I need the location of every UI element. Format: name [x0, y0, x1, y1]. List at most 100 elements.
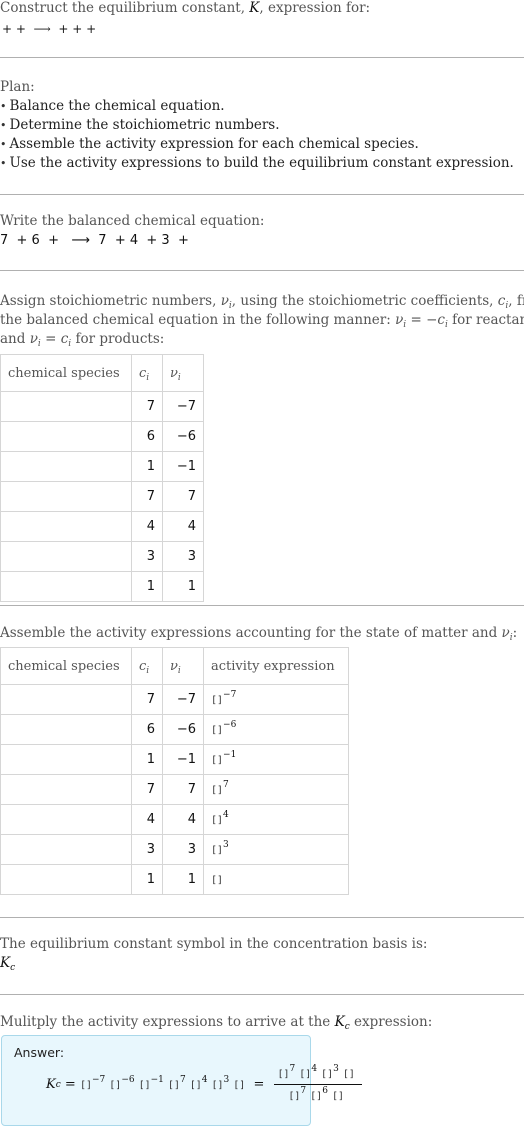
text: for products:: [71, 331, 165, 347]
activity-cell: []: [203, 864, 349, 895]
table-row: 6 −6: [0, 421, 204, 452]
species-cell: [0, 864, 132, 895]
species-cell: [0, 804, 132, 835]
nu-symbol: ν: [501, 625, 510, 641]
text: , from: [508, 293, 524, 309]
term: []7: [167, 1076, 186, 1092]
divider: [0, 270, 524, 271]
term: []−7: [79, 1076, 105, 1092]
ci-cell: 7: [131, 391, 163, 422]
table-row: 1 −1: [0, 451, 204, 482]
nu-cell: −6: [162, 421, 204, 452]
ci-cell: 6: [131, 714, 163, 745]
text: , using the stoichiometric coefficients,: [231, 293, 498, 309]
species-cell: [0, 541, 132, 572]
equals-sign: =: [60, 1077, 80, 1092]
concentration-bracket: []: [211, 845, 224, 856]
header-ci: ci: [131, 354, 163, 392]
nu-cell: 7: [162, 481, 204, 512]
table-row: 7 −7 []−7: [0, 684, 349, 715]
fraction: []7 []4 []3[] []7 []6[]: [274, 1064, 362, 1103]
species-cell: [0, 774, 132, 805]
symbol-intro: The equilibrium constant symbol in the c…: [0, 936, 428, 952]
text: :: [512, 625, 518, 641]
nu-cell: −7: [162, 391, 204, 422]
text: Mulitply the activity expressions to arr…: [0, 1014, 335, 1030]
multiply-section: Mulitply the activity expressions to arr…: [0, 1013, 524, 1032]
nu-cell: −7: [162, 684, 204, 715]
nu-cell: −6: [162, 714, 204, 745]
table-row: 33: [0, 541, 204, 572]
ci-cell: 1: [131, 451, 163, 482]
concentration-bracket: []: [331, 1091, 344, 1102]
k-symbol: K: [46, 1077, 56, 1092]
concentration-bracket: []: [167, 1080, 180, 1091]
nu-cell: 1: [162, 571, 204, 602]
species-cell: [0, 451, 132, 482]
nu-symbol: ν: [220, 293, 229, 309]
table-header-row: chemical species ci νi activity expressi…: [0, 647, 349, 685]
table-row: 1 1 []: [0, 864, 349, 895]
denominator: []7 []6[]: [285, 1085, 351, 1103]
concentration-bracket: []: [211, 755, 224, 766]
stoich-section: Assign stoichiometric numbers, νi, using…: [0, 292, 524, 349]
activity-cell: []−7: [203, 684, 349, 715]
ci-cell: 7: [131, 684, 163, 715]
concentration-bracket: []: [79, 1080, 92, 1091]
nu-cell: −1: [162, 451, 204, 482]
concentration-bracket: []: [211, 695, 224, 706]
divider: [0, 194, 524, 195]
plan-step: Balance the chemical equation.: [0, 97, 524, 116]
activity-intro: Assemble the activity expressions accoun…: [0, 624, 524, 643]
header-nu: νi: [162, 647, 204, 685]
concentration-bracket: []: [299, 1069, 312, 1080]
concentration-bracket: []: [342, 1069, 355, 1080]
concentration-bracket: []: [138, 1080, 151, 1091]
exponent: −1: [150, 1075, 164, 1085]
exponent: −7: [223, 690, 237, 700]
text: =: [40, 331, 61, 347]
multiply-intro: Mulitply the activity expressions to arr…: [0, 1013, 524, 1032]
table-row: 6 −6 []−6: [0, 714, 349, 745]
activity-table: chemical species ci νi activity expressi…: [0, 647, 349, 895]
table-row: 3 3 []3: [0, 834, 349, 865]
text: Assign stoichiometric numbers,: [0, 293, 221, 309]
table-row: 11: [0, 571, 204, 602]
text: Assemble the activity expressions accoun…: [0, 625, 502, 641]
exponent: 6: [322, 1086, 328, 1096]
ci-cell: 1: [131, 571, 163, 602]
concentration-bracket: []: [211, 815, 224, 826]
text: = −: [406, 312, 438, 328]
concentration-bracket: []: [211, 1080, 224, 1091]
nu-cell: 4: [162, 511, 204, 542]
nu-symbol: ν: [29, 331, 38, 347]
exponent: −1: [223, 750, 237, 760]
nu-cell: 3: [162, 834, 204, 865]
divider: [0, 605, 524, 606]
prompt-part: , expression for:: [259, 0, 371, 16]
species-cell: [0, 744, 132, 775]
plan-steps: Balance the chemical equation. Determine…: [0, 97, 524, 173]
kc-symbol: Kc: [0, 955, 16, 973]
text: and: [0, 331, 30, 347]
nu-cell: 4: [162, 804, 204, 835]
plan-step: Assemble the activity expression for eac…: [0, 135, 524, 154]
activity-cell: []−1: [203, 744, 349, 775]
table-row: 1 −1 []−1: [0, 744, 349, 775]
balanced-equation: 7 + 6 + ⟶ 7 + 4 + 3 +: [0, 233, 189, 248]
plan-step: Determine the stoichiometric numbers.: [0, 116, 524, 135]
answer-label: Answer:: [14, 1045, 65, 1060]
divider: [0, 994, 524, 995]
nu-cell: −1: [162, 744, 204, 775]
table-row: 44: [0, 511, 204, 542]
term: []4: [299, 1064, 318, 1081]
term: []7: [288, 1087, 306, 1103]
exponent: 4: [311, 1064, 318, 1074]
table-header-row: chemical species ci νi: [0, 354, 204, 392]
activity-cell: []4: [203, 804, 349, 835]
ci-cell: 4: [131, 804, 163, 835]
species-cell: [0, 571, 132, 602]
table-row: 7 7 []7: [0, 774, 349, 805]
nu-cell: 3: [162, 541, 204, 572]
balanced-title: Write the balanced chemical equation:: [0, 213, 265, 229]
